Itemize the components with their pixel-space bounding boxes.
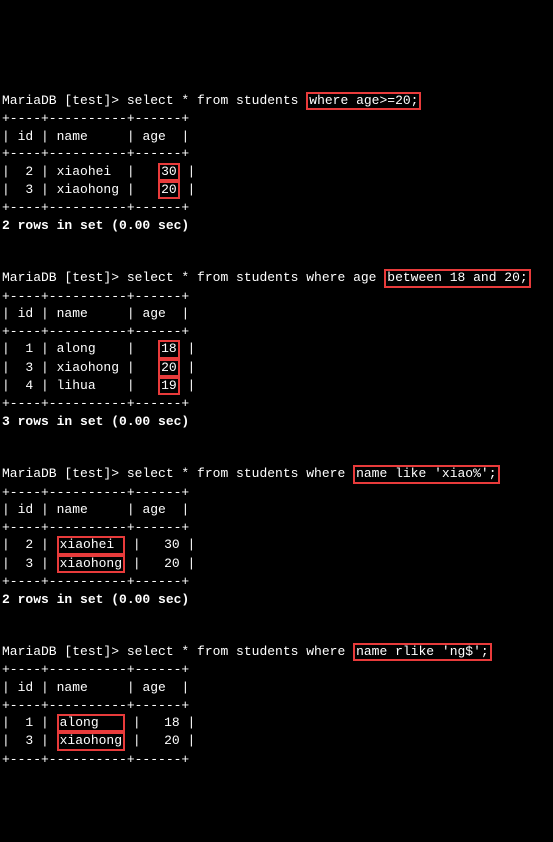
result-summary: 2 rows in set (0.00 sec) bbox=[2, 218, 189, 233]
highlight-where-age-gte20: where age>=20; bbox=[306, 92, 421, 110]
col-age: age bbox=[142, 129, 165, 144]
col-name: name bbox=[57, 306, 88, 321]
prompt: MariaDB [test]> bbox=[2, 270, 127, 285]
cell-age: 30 bbox=[164, 537, 180, 552]
cell-id: 3 bbox=[25, 556, 33, 571]
cell-age: 20 bbox=[164, 733, 180, 748]
table-border: +----+----------+------+ bbox=[2, 752, 189, 767]
col-age: age bbox=[142, 306, 165, 321]
highlight-name-xiaohong: xiaohong bbox=[57, 555, 125, 573]
col-name: name bbox=[57, 502, 88, 517]
table-border: +----+----------+------+ bbox=[2, 662, 189, 677]
prompt: MariaDB [test]> bbox=[2, 93, 127, 108]
cell-age: 20 bbox=[164, 556, 180, 571]
cell-name: along bbox=[57, 341, 119, 356]
table-border: +----+----------+------+ bbox=[2, 289, 189, 304]
cell-name: xiaohei bbox=[57, 164, 119, 179]
table-border: +----+----------+------+ bbox=[2, 200, 189, 215]
table-border: +----+----------+------+ bbox=[2, 698, 189, 713]
table-border: +----+----------+------+ bbox=[2, 146, 189, 161]
cell-id: 1 bbox=[25, 341, 33, 356]
highlight-between-18-20: between 18 and 20; bbox=[384, 269, 530, 287]
sql-prefix: select * from students bbox=[127, 93, 306, 108]
result-summary: 3 rows in set (0.00 sec) bbox=[2, 414, 189, 429]
cell-id: 3 bbox=[25, 182, 33, 197]
highlight-age-20: 20 bbox=[158, 181, 180, 199]
cell-name: xiaohong bbox=[57, 360, 119, 375]
table-border: +----+----------+------+ bbox=[2, 485, 189, 500]
cell-name: xiaohong bbox=[57, 182, 119, 197]
cell-id: 1 bbox=[25, 715, 33, 730]
col-id: id bbox=[18, 129, 34, 144]
prompt: MariaDB [test]> bbox=[2, 466, 127, 481]
highlight-age-18: 18 bbox=[158, 340, 180, 358]
cell-id: 2 bbox=[25, 537, 33, 552]
highlight-name-xiaohong: xiaohong bbox=[57, 732, 125, 750]
sql-prefix: select * from students where bbox=[127, 466, 353, 481]
cell-id: 3 bbox=[25, 733, 33, 748]
result-summary: 2 rows in set (0.00 sec) bbox=[2, 592, 189, 607]
table-border: +----+----------+------+ bbox=[2, 396, 189, 411]
highlight-name-like-xiao: name like 'xiao%'; bbox=[353, 465, 499, 483]
table-border: +----+----------+------+ bbox=[2, 520, 189, 535]
table-border: +----+----------+------+ bbox=[2, 111, 189, 126]
cell-id: 3 bbox=[25, 360, 33, 375]
prompt: MariaDB [test]> bbox=[2, 644, 127, 659]
col-age: age bbox=[142, 680, 165, 695]
col-id: id bbox=[18, 306, 34, 321]
cell-age: 18 bbox=[164, 715, 180, 730]
highlight-name-rlike-ng: name rlike 'ng$'; bbox=[353, 643, 492, 661]
highlight-age-30: 30 bbox=[158, 163, 180, 181]
sql-prefix: select * from students where bbox=[127, 644, 353, 659]
cell-id: 2 bbox=[25, 164, 33, 179]
highlight-name-xiaohei: xiaohei bbox=[57, 536, 125, 554]
highlight-name-along: along bbox=[57, 714, 125, 732]
cell-name: lihua bbox=[57, 378, 119, 393]
highlight-age-20: 20 bbox=[158, 359, 180, 377]
highlight-age-19: 19 bbox=[158, 377, 180, 395]
table-border: +----+----------+------+ bbox=[2, 574, 189, 589]
col-age: age bbox=[142, 502, 165, 517]
cell-id: 4 bbox=[25, 378, 33, 393]
col-name: name bbox=[57, 129, 88, 144]
col-id: id bbox=[18, 502, 34, 517]
table-border: +----+----------+------+ bbox=[2, 324, 189, 339]
sql-prefix: select * from students where age bbox=[127, 270, 384, 285]
col-name: name bbox=[57, 680, 88, 695]
col-id: id bbox=[18, 680, 34, 695]
